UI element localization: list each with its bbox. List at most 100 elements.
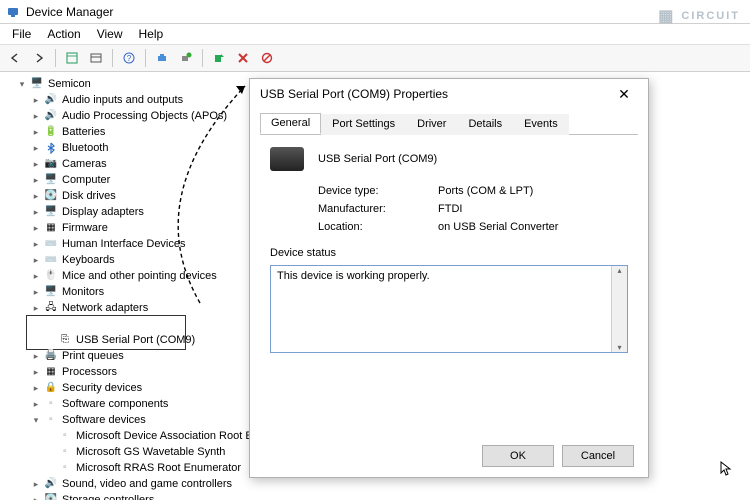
toolbar-separator bbox=[145, 49, 146, 67]
cursor-icon bbox=[720, 461, 732, 480]
scan-button[interactable] bbox=[151, 47, 173, 69]
toolbar: ? bbox=[0, 44, 750, 72]
help-button[interactable]: ? bbox=[118, 47, 140, 69]
tree-item[interactable]: ▸🖧Network adapters bbox=[30, 300, 148, 316]
monitor-icon: 🖥️ bbox=[44, 285, 58, 299]
cpu-icon: ▦ bbox=[44, 365, 58, 379]
audio-icon: 🔊 bbox=[44, 109, 58, 123]
mouse-icon: 🖱️ bbox=[44, 269, 58, 283]
tab-driver[interactable]: Driver bbox=[406, 114, 457, 135]
tree-item-label: Display adapters bbox=[62, 204, 144, 220]
expand-icon[interactable]: ▸ bbox=[30, 398, 42, 410]
tree-item[interactable]: ▸🔊Sound, video and game controllers bbox=[30, 476, 232, 492]
expand-icon[interactable]: ▸ bbox=[30, 190, 42, 202]
close-button[interactable]: ✕ bbox=[610, 83, 638, 105]
tree-item-label: Semicon bbox=[48, 76, 91, 92]
tab-panel-general: USB Serial Port (COM9) Device type:Ports… bbox=[260, 135, 638, 353]
update-button[interactable] bbox=[208, 47, 230, 69]
expand-icon[interactable]: ▸ bbox=[30, 286, 42, 298]
expand-icon[interactable]: ▸ bbox=[30, 478, 42, 490]
tree-item[interactable]: ▫️Microsoft GS Wavetable Synth bbox=[44, 444, 225, 460]
tree-item[interactable]: ▸🖥️Monitors bbox=[30, 284, 104, 300]
tab-strip: General Port Settings Driver Details Eve… bbox=[260, 113, 638, 135]
expand-icon[interactable]: ▸ bbox=[30, 366, 42, 378]
tree-item[interactable]: ▸▦Firmware bbox=[30, 220, 108, 236]
network-icon: 🖧 bbox=[44, 301, 58, 315]
tree-item[interactable]: ▸📷Cameras bbox=[30, 156, 107, 172]
titlebar: Device Manager bbox=[0, 0, 750, 24]
disable-button[interactable] bbox=[256, 47, 278, 69]
tree-item[interactable]: ▸💽Storage controllers bbox=[30, 492, 154, 500]
security-icon: 🔒 bbox=[44, 381, 58, 395]
expand-icon[interactable]: ▸ bbox=[30, 494, 42, 500]
expand-icon[interactable]: ▸ bbox=[30, 222, 42, 234]
add-button[interactable] bbox=[175, 47, 197, 69]
tree-item[interactable]: ▸🔊Audio Processing Objects (APOs) bbox=[30, 108, 227, 124]
menu-action[interactable]: Action bbox=[39, 25, 88, 43]
expand-icon[interactable]: ▸ bbox=[30, 254, 42, 266]
tree-item[interactable]: ▸🔊Audio inputs and outputs bbox=[30, 92, 183, 108]
menu-view[interactable]: View bbox=[89, 25, 131, 43]
hid-icon: ⌨️ bbox=[44, 237, 58, 251]
tree-item[interactable]: ▸🖥️Computer bbox=[30, 172, 110, 188]
ok-button[interactable]: OK bbox=[482, 445, 554, 467]
tree-item[interactable]: ▸🖨️Print queues bbox=[30, 348, 124, 364]
tree-item[interactable]: ▸🔋Batteries bbox=[30, 124, 105, 140]
label-device-status: Device status bbox=[270, 247, 628, 259]
tree-item[interactable]: ▫️Microsoft RRAS Root Enumerator bbox=[44, 460, 241, 476]
tree-item-label: Computer bbox=[62, 172, 110, 188]
expand-icon[interactable]: ▸ bbox=[30, 110, 42, 122]
expand-icon[interactable]: ▸ bbox=[30, 158, 42, 170]
properties-button[interactable] bbox=[85, 47, 107, 69]
audio-icon: 🔊 bbox=[44, 477, 58, 491]
audio-icon: 🔊 bbox=[44, 93, 58, 107]
tree-item[interactable]: ▸🖱️Mice and other pointing devices bbox=[30, 268, 217, 284]
expand-icon[interactable]: ▸ bbox=[30, 270, 42, 282]
cancel-button[interactable]: Cancel bbox=[562, 445, 634, 467]
show-hide-button[interactable] bbox=[61, 47, 83, 69]
expand-icon[interactable]: ▸ bbox=[30, 382, 42, 394]
expand-icon[interactable]: ▸ bbox=[30, 302, 42, 314]
tree-item[interactable]: ▸▦Processors bbox=[30, 364, 117, 380]
port-icon: ⎘ bbox=[58, 333, 72, 347]
tab-details[interactable]: Details bbox=[457, 114, 513, 135]
tree-item[interactable]: ▸🔒Security devices bbox=[30, 380, 142, 396]
software-icon: ▫️ bbox=[58, 445, 72, 459]
expand-icon[interactable]: ▸ bbox=[30, 94, 42, 106]
tree-item-label: USB Serial Port (COM9) bbox=[76, 332, 195, 348]
expand-icon[interactable]: ▸ bbox=[30, 206, 42, 218]
tree-item-label: Disk drives bbox=[62, 188, 116, 204]
tree-item[interactable]: ▸▫️Software components bbox=[30, 396, 168, 412]
menu-help[interactable]: Help bbox=[131, 25, 172, 43]
expand-icon[interactable]: ▸ bbox=[30, 174, 42, 186]
expand-icon[interactable]: ▸ bbox=[30, 238, 42, 250]
tree-item[interactable]: ▸🖥️Display adapters bbox=[30, 204, 144, 220]
expand-icon[interactable]: ▸ bbox=[30, 142, 42, 154]
scrollbar[interactable]: ▴ ▾ bbox=[611, 266, 627, 352]
watermark-text: CIRCUIT bbox=[681, 10, 740, 22]
value-device-type: Ports (COM & LPT) bbox=[438, 185, 533, 197]
tree-item[interactable]: ▸Bluetooth bbox=[30, 140, 108, 156]
bluetooth-icon bbox=[44, 141, 58, 155]
tree-item[interactable]: ▸⌨️Keyboards bbox=[30, 252, 115, 268]
collapse-icon[interactable]: ▾ bbox=[30, 414, 42, 426]
tree-item-label: Cameras bbox=[62, 156, 107, 172]
tree-item-com-port[interactable]: ⎘ USB Serial Port (COM9) bbox=[44, 332, 195, 348]
expand-icon[interactable]: ▸ bbox=[30, 350, 42, 362]
collapse-icon[interactable]: ▾ bbox=[16, 78, 28, 90]
tree-item[interactable]: ▫️Microsoft Device Association Root E bbox=[44, 428, 253, 444]
uninstall-button[interactable] bbox=[232, 47, 254, 69]
software-icon: ▫️ bbox=[44, 397, 58, 411]
tab-events[interactable]: Events bbox=[513, 114, 569, 135]
tab-port-settings[interactable]: Port Settings bbox=[321, 114, 406, 135]
computer-icon: 🖥️ bbox=[30, 77, 44, 91]
tree-item[interactable]: ▸💽Disk drives bbox=[30, 188, 116, 204]
forward-button[interactable] bbox=[28, 47, 50, 69]
menu-file[interactable]: File bbox=[4, 25, 39, 43]
toolbar-separator bbox=[202, 49, 203, 67]
back-button[interactable] bbox=[4, 47, 26, 69]
expand-icon[interactable]: ▸ bbox=[30, 126, 42, 138]
tree-item[interactable]: ▸⌨️Human Interface Devices bbox=[30, 236, 186, 252]
device-status-textbox[interactable]: This device is working properly. ▴ ▾ bbox=[270, 265, 628, 353]
tab-general[interactable]: General bbox=[260, 113, 321, 134]
